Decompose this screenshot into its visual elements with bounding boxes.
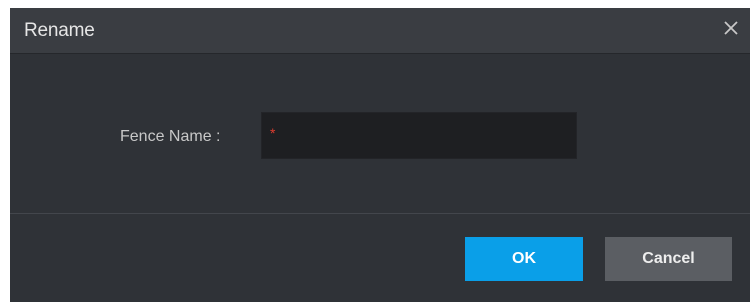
dialog-titlebar: Rename [10,8,750,54]
dialog-body: Fence Name : * [10,54,750,213]
fence-name-label: Fence Name : [120,128,221,145]
required-marker: * [270,125,276,141]
close-icon[interactable] [720,17,742,39]
cancel-button[interactable]: Cancel [605,237,732,281]
rename-dialog: Rename Fence Name : * OK Cancel [10,8,750,302]
fence-name-input[interactable] [282,113,572,158]
ok-button[interactable]: OK [465,237,583,281]
dialog-title: Rename [24,20,95,41]
dialog-footer: OK Cancel [10,214,750,302]
fence-name-field[interactable]: * [261,112,577,159]
